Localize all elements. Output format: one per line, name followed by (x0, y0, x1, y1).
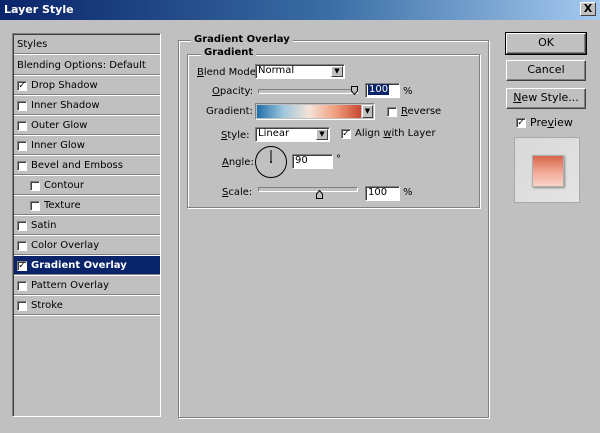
sidebar-item-label: Bevel and Emboss (31, 160, 123, 171)
drop-shadow-checkbox[interactable]: ✓ (17, 80, 27, 91)
sidebar-item-label: Gradient Overlay (31, 260, 127, 271)
gradient-swatch-icon (257, 105, 361, 118)
align-with-layer-checkbox[interactable]: ✓ (341, 128, 351, 139)
sidebar-item-satin[interactable]: Satin (14, 216, 160, 236)
color-overlay-checkbox[interactable] (17, 240, 27, 251)
blend-mode-select[interactable]: Normal ▼ (255, 64, 345, 79)
opacity-input[interactable]: 100 (365, 83, 400, 98)
gradient-overlay-checkbox[interactable]: ✓ (17, 260, 27, 271)
preview-checkbox-row[interactable]: ✓ Preview (516, 116, 573, 129)
blending-options-label: Blending Options: Default (17, 60, 146, 71)
blend-mode-value: Normal (258, 65, 295, 76)
scale-slider-track[interactable] (258, 187, 358, 192)
angle-input[interactable]: 90 (292, 154, 333, 169)
sidebar-item-label: Texture (44, 200, 81, 211)
preview-label: Preview (530, 116, 573, 129)
close-button[interactable]: X (580, 2, 596, 16)
scale-slider-thumb[interactable] (315, 190, 323, 199)
ok-button[interactable]: OK (505, 32, 587, 55)
blend-mode-label: Blend Mode: (197, 67, 260, 78)
align-with-layer-row[interactable]: ✓ Align with Layer (341, 128, 436, 139)
sidebar-item-label: Drop Shadow (31, 80, 98, 91)
styles-header-label: Styles (17, 39, 48, 50)
preview-swatch (532, 155, 564, 187)
style-label: Style: (221, 130, 250, 141)
reverse-checkbox[interactable] (387, 106, 397, 117)
sidebar-item-inner-shadow[interactable]: Inner Shadow (14, 96, 160, 116)
outer-glow-checkbox[interactable] (17, 120, 27, 131)
title-bar: Layer Style X (0, 0, 600, 20)
sidebar-item-label: Color Overlay (31, 240, 100, 251)
gradient-picker[interactable]: ▼ (255, 103, 375, 120)
chevron-down-icon: ▼ (316, 129, 328, 140)
scale-input[interactable]: 100 (365, 186, 400, 201)
opacity-slider-track[interactable] (258, 89, 358, 94)
sidebar-item-outer-glow[interactable]: Outer Glow (14, 116, 160, 136)
sidebar-item-drop-shadow[interactable]: ✓ Drop Shadow (14, 76, 160, 96)
sidebar-item-pattern-overlay[interactable]: Pattern Overlay (14, 276, 160, 296)
texture-checkbox[interactable] (30, 200, 40, 211)
opacity-label: Opacity: (212, 86, 254, 97)
contour-checkbox[interactable] (30, 180, 40, 191)
bevel-and-emboss-checkbox[interactable] (17, 160, 27, 171)
panel-title: Gradient Overlay (191, 34, 293, 45)
preview-thumbnail (514, 137, 580, 203)
angle-label: Angle: (222, 157, 254, 168)
blending-options-item[interactable]: Blending Options: Default (14, 56, 160, 76)
sidebar-item-label: Contour (44, 180, 84, 191)
pattern-overlay-checkbox[interactable] (17, 280, 27, 291)
angle-dial[interactable] (254, 145, 288, 179)
close-icon: X (583, 2, 593, 15)
opacity-unit: % (403, 86, 413, 97)
reverse-checkbox-row[interactable]: Reverse (387, 106, 441, 117)
inner-shadow-checkbox[interactable] (17, 100, 27, 111)
cancel-button[interactable]: Cancel (506, 60, 586, 81)
scale-unit: % (403, 187, 413, 198)
inner-glow-checkbox[interactable] (17, 140, 27, 151)
sidebar-item-label: Inner Shadow (31, 100, 100, 111)
chevron-down-icon: ▼ (331, 66, 343, 77)
window-title: Layer Style (4, 3, 74, 16)
opacity-value: 100 (368, 84, 390, 95)
sidebar-item-gradient-overlay[interactable]: ✓ Gradient Overlay (14, 256, 160, 276)
sidebar-item-inner-glow[interactable]: Inner Glow (14, 136, 160, 156)
panel-subtitle: Gradient (201, 47, 257, 58)
opacity-slider-thumb[interactable] (351, 86, 358, 95)
new-style-button[interactable]: New Style... (506, 88, 586, 109)
preview-checkbox[interactable]: ✓ (516, 117, 526, 128)
sidebar-item-bevel-and-emboss[interactable]: Bevel and Emboss (14, 156, 160, 176)
scale-value: 100 (368, 187, 388, 198)
reverse-label: Reverse (401, 106, 442, 117)
style-select[interactable]: Linear ▼ (255, 127, 330, 142)
satin-checkbox[interactable] (17, 220, 27, 231)
sidebar-item-label: Stroke (31, 300, 63, 311)
angle-value: 90 (295, 155, 308, 166)
chevron-down-icon: ▼ (362, 105, 373, 118)
sidebar-item-stroke[interactable]: Stroke (14, 296, 160, 316)
styles-list: Styles Blending Options: Default ✓ Drop … (12, 33, 161, 417)
gradient-label: Gradient: (206, 106, 253, 117)
sidebar-item-contour[interactable]: Contour (14, 176, 160, 196)
sidebar-item-label: Outer Glow (31, 120, 88, 131)
styles-header[interactable]: Styles (14, 35, 160, 55)
sidebar-item-texture[interactable]: Texture (14, 196, 160, 216)
scale-label: Scale: (222, 187, 253, 198)
sidebar-item-label: Inner Glow (31, 140, 85, 151)
angle-unit: ° (336, 154, 341, 165)
align-with-layer-label: Align with Layer (355, 128, 436, 139)
stroke-checkbox[interactable] (17, 300, 27, 311)
sidebar-item-color-overlay[interactable]: Color Overlay (14, 236, 160, 256)
sidebar-item-label: Pattern Overlay (31, 280, 110, 291)
style-value: Linear (258, 128, 290, 139)
sidebar-item-label: Satin (31, 220, 57, 231)
